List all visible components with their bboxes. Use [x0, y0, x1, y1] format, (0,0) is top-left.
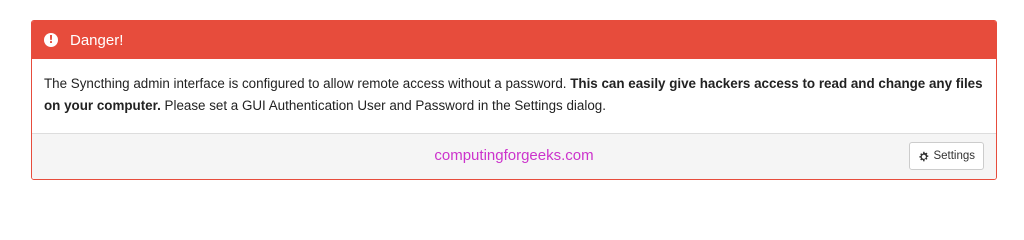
exclamation-circle-icon: !	[44, 33, 58, 47]
panel-footer: computingforgeeks.com Settings	[32, 133, 996, 179]
panel-title: Danger!	[70, 31, 124, 49]
panel-heading: ! Danger!	[32, 21, 996, 59]
gear-icon	[919, 151, 929, 161]
settings-button-label: Settings	[933, 150, 975, 162]
settings-button[interactable]: Settings	[909, 142, 984, 170]
danger-alert-panel: ! Danger! The Syncthing admin interface …	[31, 20, 997, 180]
watermark-text: computingforgeeks.com	[434, 147, 594, 164]
message-instruction: Please set a GUI Authentication User and…	[160, 98, 606, 113]
message-text: The Syncthing admin interface is configu…	[44, 76, 571, 91]
alert-message: The Syncthing admin interface is configu…	[32, 59, 996, 135]
